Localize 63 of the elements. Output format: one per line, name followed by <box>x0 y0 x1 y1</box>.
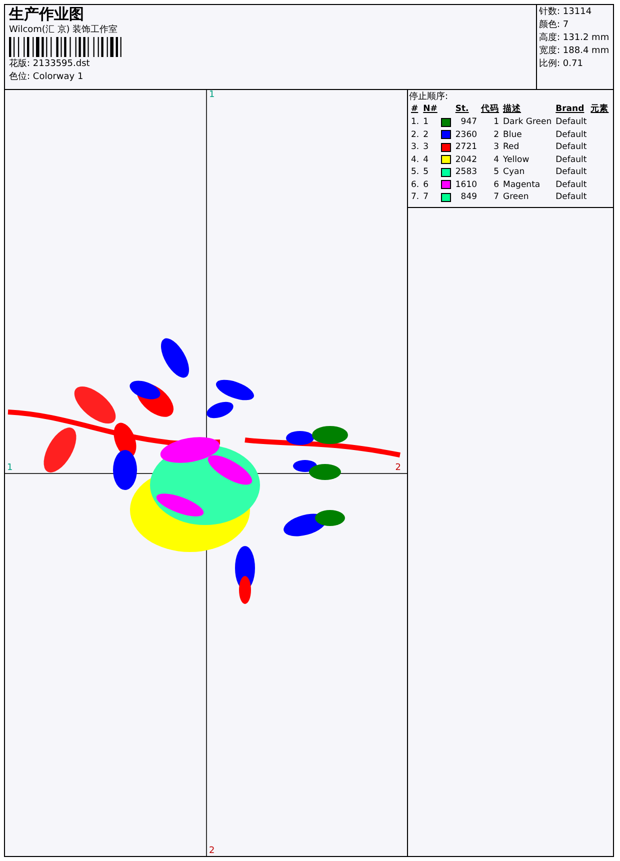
table-cell-text: 1. <box>410 116 420 128</box>
stat-text: 高度: 131.2 mm <box>539 32 610 44</box>
table-cell-text: 6. <box>410 178 420 191</box>
table-cell-text: 5 <box>492 166 500 178</box>
column-header: St. <box>454 103 470 116</box>
table-cell-text: Default <box>554 191 588 204</box>
table-cell-text: 3 <box>492 141 500 154</box>
axis-label: 1 <box>7 463 13 473</box>
table-cell-text: 2. <box>410 128 420 141</box>
column-header: # <box>410 103 420 116</box>
table-cell-text: Default <box>554 154 588 166</box>
stat-text: 针数: 13114 <box>539 6 593 18</box>
table-cell-text: 4 <box>422 154 430 166</box>
table-cell-text: 7. <box>410 191 420 204</box>
stop-sequence-title: 停止顺序: <box>409 91 450 103</box>
table-cell-text: Default <box>554 116 588 128</box>
colorway-label: 色位: Colorway 1 <box>9 71 84 83</box>
column-header: 描述 <box>502 103 522 116</box>
axis-label: 2 <box>209 846 215 856</box>
column-header: N# <box>422 103 438 116</box>
table-cell-text: Blue <box>502 128 523 141</box>
column-header: Brand <box>554 103 586 116</box>
stat-text: 宽度: 188.4 mm <box>539 45 610 57</box>
table-cell-text: Default <box>554 178 588 191</box>
table-cell-text: 2360 <box>454 128 478 141</box>
table-cell-text: Dark Green <box>502 116 553 128</box>
table-cell-text: 7 <box>492 191 500 204</box>
table-cell-text: Red <box>502 141 520 154</box>
sheet-title: 生产作业图 <box>9 6 85 23</box>
table-cell-text: 7 <box>422 191 430 204</box>
table-cell-text: 5. <box>410 166 420 178</box>
table-cell-text: Default <box>554 166 588 178</box>
column-header: 元素 <box>590 103 610 116</box>
table-cell-text: Green <box>502 191 530 204</box>
table-cell-text: 6 <box>422 178 430 191</box>
table-cell-text: 2721 <box>454 141 478 154</box>
stat-text: 颜色: 7 <box>539 19 570 31</box>
stat-text: 比例: 0.71 <box>539 58 584 70</box>
table-cell-text: 2 <box>492 128 500 141</box>
table-cell-text: 6 <box>492 178 500 191</box>
table-cell-text: 849 <box>460 191 478 204</box>
table-cell-text: Default <box>554 128 588 141</box>
axis-label: 1 <box>209 90 215 100</box>
design-file: 花版: 2133595.dst <box>9 58 91 70</box>
table-cell-text: 3. <box>410 141 420 154</box>
table-cell-text: 3 <box>422 141 430 154</box>
table-cell-text: 4. <box>410 154 420 166</box>
table-cell-text: Cyan <box>502 166 526 178</box>
table-cell-text: 1 <box>422 116 430 128</box>
table-cell-text: Yellow <box>502 154 530 166</box>
table-cell-text: 2 <box>422 128 430 141</box>
table-cell-text: 2042 <box>454 154 478 166</box>
table-cell-text: 1610 <box>454 178 478 191</box>
table-cell-text: Default <box>554 141 588 154</box>
column-header: 代码 <box>480 103 500 116</box>
table-cell-text: 5 <box>422 166 430 178</box>
table-cell-text: 1 <box>492 116 500 128</box>
axis-label: 2 <box>395 463 401 473</box>
table-cell-text: 947 <box>460 116 478 128</box>
company-name: Wilcom(汇 京) 装饰工作室 <box>9 24 119 36</box>
table-cell-text: 4 <box>492 154 500 166</box>
table-cell-text: 2583 <box>454 166 478 178</box>
table-cell-text: Magenta <box>502 178 542 191</box>
